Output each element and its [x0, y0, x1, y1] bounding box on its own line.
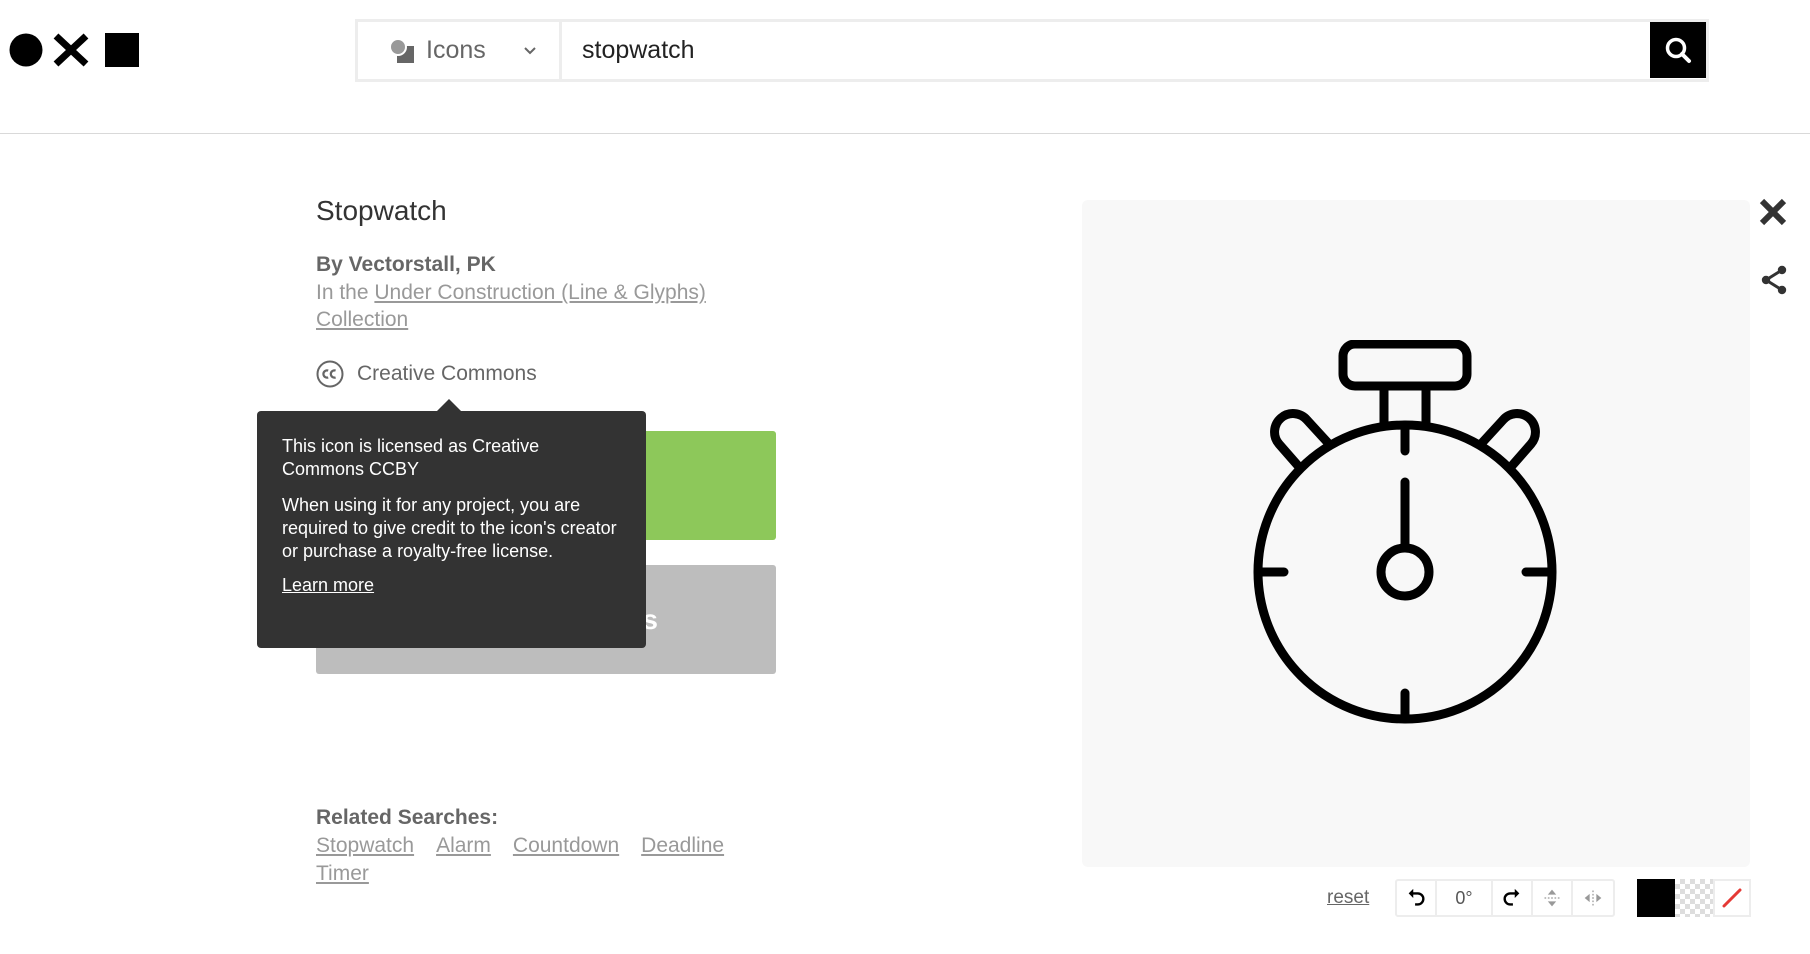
share-icon[interactable] [1760, 265, 1788, 295]
rotate-left-icon [1408, 888, 1425, 906]
related-searches-label: Related Searches: [316, 806, 499, 829]
stopwatch-icon [1253, 340, 1557, 724]
license-tooltip: This icon is licensed as Creative Common… [257, 399, 646, 648]
close-icon[interactable] [1758, 197, 1788, 227]
related-searches-list: Stopwatch Alarm Countdown Deadline Timer [316, 833, 776, 887]
related-search-link[interactable]: Countdown [513, 833, 619, 859]
search-input[interactable] [562, 22, 1650, 79]
related-search-link[interactable]: Timer [316, 861, 369, 887]
learn-more-link[interactable]: Learn more [282, 575, 374, 596]
collection-prefix: In the [316, 281, 375, 304]
shapes-icon [389, 37, 414, 63]
icon-title: Stopwatch [316, 195, 447, 226]
license-info[interactable]: Creative Commons [316, 360, 537, 388]
rotate-right-icon [1503, 888, 1520, 906]
chevron-down-icon [524, 46, 536, 54]
collection-link[interactable]: Under Construction (Line & Glyphs) Colle… [316, 281, 706, 331]
search-icon [1665, 37, 1691, 63]
related-search-link[interactable]: Stopwatch [316, 833, 414, 859]
tooltip-title: This icon is licensed as Creative Common… [282, 436, 540, 479]
site-logo[interactable] [9, 32, 141, 68]
no-color-swatch[interactable] [1713, 879, 1751, 917]
search-button[interactable] [1650, 22, 1706, 78]
related-searches: Related Searches: Stopwatch Alarm Countd… [316, 806, 776, 887]
search-bar: Icons [355, 19, 1709, 82]
related-search-link[interactable]: Alarm [436, 833, 491, 859]
icon-preview [1082, 200, 1750, 867]
color-controls [1637, 879, 1751, 917]
icon-detail: Stopwatch By Vectorstall, PK In the Unde… [316, 195, 786, 388]
rotate-right-button[interactable] [1493, 881, 1533, 915]
transparent-background-swatch[interactable] [1675, 879, 1713, 917]
icon-collection: In the Under Construction (Line & Glyphs… [316, 279, 736, 333]
reset-link[interactable]: reset [1327, 887, 1369, 909]
icon-author[interactable]: By Vectorstall, PK [316, 253, 496, 277]
flip-vertical-icon [1544, 889, 1560, 907]
transform-controls: 0° [1395, 879, 1615, 917]
tooltip-body: When using it for any project, you are r… [282, 495, 617, 561]
flip-vertical-button[interactable] [1533, 881, 1573, 915]
rotate-left-button[interactable] [1397, 881, 1437, 915]
search-type-dropdown[interactable]: Icons [358, 22, 562, 79]
creative-commons-icon [316, 360, 344, 388]
search-type-label: Icons [426, 36, 486, 64]
rotation-angle: 0° [1437, 881, 1493, 915]
flip-horizontal-button[interactable] [1573, 881, 1613, 915]
black-color-swatch[interactable] [1637, 879, 1675, 917]
related-search-link[interactable]: Deadline [641, 833, 724, 859]
header: Icons [0, 0, 1810, 134]
license-label: Creative Commons [357, 362, 537, 385]
slash-icon [1722, 888, 1742, 908]
flip-horizontal-icon [1584, 890, 1602, 906]
